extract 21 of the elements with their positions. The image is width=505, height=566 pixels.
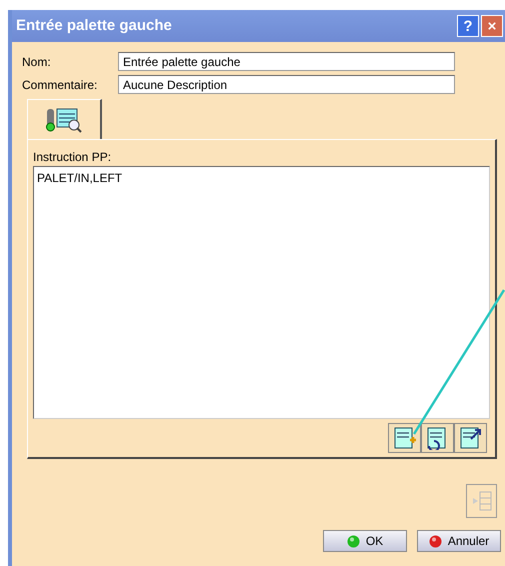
cancel-dot-icon [428,534,442,548]
text-field[interactable]: Entrée palette gauche [118,52,455,71]
undo-list-button[interactable] [421,423,454,453]
close-button[interactable]: × [481,15,503,37]
list-search-icon [45,107,83,133]
ok-button[interactable]: OK [323,530,407,552]
expand-window-button[interactable] [454,423,487,453]
text-field[interactable]: Aucune Description [118,75,455,94]
expand-window-icon [458,426,482,450]
confirm-dot-icon [346,534,360,548]
play-grid-icon [470,489,492,513]
instruction-label: Instruction PP: [33,149,112,166]
instruction-field[interactable]: PALET/IN,LEFT [33,166,490,419]
add-line-button[interactable] [388,423,421,453]
field-label: Commentaire: [22,76,98,94]
help-button[interactable]: ? [457,15,479,37]
cancel-button[interactable]: Annuler [417,530,501,552]
window-title: Entrée palette gauche [16,16,173,36]
add-line-icon [392,426,416,450]
field-label: Nom: [22,54,52,70]
tab[interactable] [27,99,102,140]
